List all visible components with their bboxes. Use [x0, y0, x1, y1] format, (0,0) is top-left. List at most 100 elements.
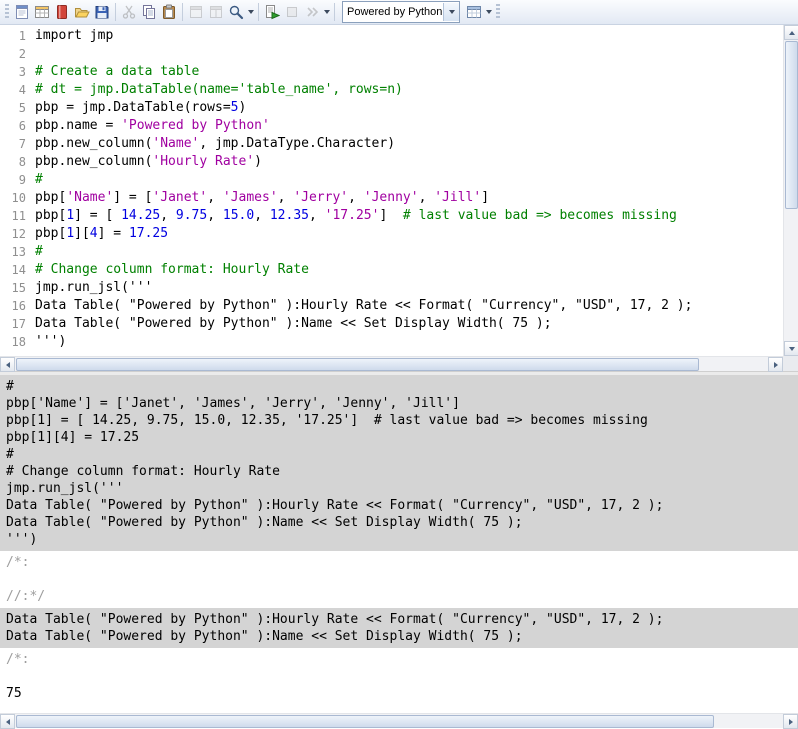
- stop-script-icon: [284, 4, 300, 20]
- log-output-block: /*: //:*/: [0, 551, 798, 608]
- log-pane[interactable]: #pbp['Name'] = ['Janet', 'James', 'Jerry…: [0, 375, 798, 713]
- search-button[interactable]: [226, 1, 246, 23]
- code-text: pbp = jmp.DataTable(rows=5): [35, 99, 246, 117]
- code-line: 11pbp[1] = [ 14.25, 9.75, 15.0, 12.35, '…: [0, 207, 783, 225]
- log-line: //:*/: [0, 588, 798, 605]
- log-line: #: [0, 446, 798, 463]
- toolbar-separator: [334, 3, 335, 21]
- line-number: 17: [0, 315, 35, 333]
- log-line: Data Table( "Powered by Python" ):Name <…: [0, 514, 798, 531]
- paste-button[interactable]: [159, 1, 179, 23]
- combo-dropdown-button[interactable]: [443, 3, 459, 21]
- script-editor-pane: 1import jmp23# Create a data table4# dt …: [0, 25, 798, 371]
- save-button[interactable]: [92, 1, 112, 23]
- dropdown-caret-button[interactable]: [246, 1, 255, 23]
- cut-icon: [121, 4, 137, 20]
- scroll-up-button[interactable]: [784, 25, 798, 40]
- line-number: 7: [0, 135, 35, 153]
- open-button[interactable]: [72, 1, 92, 23]
- scroll-right-button[interactable]: [768, 357, 783, 372]
- chevron-down-icon: [324, 10, 330, 14]
- editor-horizontal-scrollbar[interactable]: [0, 356, 783, 371]
- arrow-left-icon: [6, 719, 10, 725]
- log-line: # Change column format: Hourly Rate: [0, 463, 798, 480]
- line-number: 18: [0, 333, 35, 351]
- copy-icon: [141, 4, 157, 20]
- code-line: 2: [0, 45, 783, 63]
- run-target-combo[interactable]: Powered by Python: [342, 1, 460, 23]
- scroll-down-button[interactable]: [784, 341, 798, 356]
- open-icon: [74, 4, 90, 20]
- code-text: pbp['Name'] = ['Janet', 'James', 'Jerry'…: [35, 189, 489, 207]
- toolbar-drag-handle[interactable]: [5, 4, 9, 20]
- log-line: Data Table( "Powered by Python" ):Hourly…: [0, 611, 798, 628]
- log-line: pbp[1] = [ 14.25, 9.75, 15.0, 12.35, '17…: [0, 412, 798, 429]
- line-number: 6: [0, 117, 35, 135]
- line-number: 14: [0, 261, 35, 279]
- code-line: 18'''): [0, 333, 783, 351]
- arrow-right-icon: [789, 719, 793, 725]
- code-text: import jmp: [35, 27, 113, 45]
- search-icon: [228, 4, 244, 20]
- editor-vertical-scrollbar[interactable]: [783, 25, 798, 356]
- code-text: pbp.name = 'Powered by Python': [35, 117, 270, 135]
- log-line: 75: [0, 685, 798, 702]
- new-script-button[interactable]: [12, 1, 32, 23]
- chevron-down-icon: [248, 10, 254, 14]
- step-script-button: [302, 1, 322, 23]
- code-text: pbp[1] = [ 14.25, 9.75, 15.0, 12.35, '17…: [35, 207, 677, 225]
- chevron-down-icon: [449, 10, 455, 14]
- code-line: 10pbp['Name'] = ['Janet', 'James', 'Jerr…: [0, 189, 783, 207]
- line-number: 5: [0, 99, 35, 117]
- line-number: 16: [0, 297, 35, 315]
- line-number: 11: [0, 207, 35, 225]
- step-script-icon: [304, 4, 320, 20]
- line-number: 10: [0, 189, 35, 207]
- new-journal-button[interactable]: [52, 1, 72, 23]
- horizontal-scroll-thumb[interactable]: [16, 715, 714, 728]
- code-text: Data Table( "Powered by Python" ):Name <…: [35, 315, 552, 333]
- data-table-list-button[interactable]: [464, 1, 484, 23]
- log-line: /*:: [0, 554, 798, 571]
- toolbar-drag-handle[interactable]: [496, 4, 500, 20]
- arrow-left-icon: [6, 362, 10, 368]
- toolbar-separator: [258, 3, 259, 21]
- run-script-button[interactable]: [262, 1, 282, 23]
- copy-button[interactable]: [139, 1, 159, 23]
- code-line: 9#: [0, 171, 783, 189]
- line-number: 2: [0, 45, 35, 63]
- new-data-table-button[interactable]: [32, 1, 52, 23]
- code-text: pbp[1][4] = 17.25: [35, 225, 168, 243]
- new-journal-icon: [54, 4, 70, 20]
- line-number: 3: [0, 63, 35, 81]
- log-echo-block: Data Table( "Powered by Python" ):Hourly…: [0, 608, 798, 648]
- line-number: 15: [0, 279, 35, 297]
- line-number: 13: [0, 243, 35, 261]
- log-window-icon: [188, 4, 204, 20]
- code-text: jmp.run_jsl(''': [35, 279, 152, 297]
- code-text: '''): [35, 333, 66, 351]
- line-number: 9: [0, 171, 35, 189]
- code-editor[interactable]: 1import jmp23# Create a data table4# dt …: [0, 25, 783, 356]
- dropdown-caret-button[interactable]: [322, 1, 331, 23]
- arrow-right-icon: [774, 362, 778, 368]
- log-line: #: [0, 378, 798, 395]
- line-number: 1: [0, 27, 35, 45]
- log-horizontal-scrollbar[interactable]: [0, 713, 798, 728]
- log-line: jmp.run_jsl(''': [0, 480, 798, 497]
- new-window-button: [206, 1, 226, 23]
- log-window-button: [186, 1, 206, 23]
- horizontal-scroll-thumb[interactable]: [16, 358, 699, 371]
- dropdown-caret-button[interactable]: [484, 1, 493, 23]
- chevron-down-icon: [486, 10, 492, 14]
- line-number: 4: [0, 81, 35, 99]
- code-line: 6pbp.name = 'Powered by Python': [0, 117, 783, 135]
- vertical-scroll-thumb[interactable]: [785, 41, 798, 209]
- scroll-left-button[interactable]: [0, 357, 15, 372]
- log-line: Data Table( "Powered by Python" ):Name <…: [0, 628, 798, 645]
- line-number: 8: [0, 153, 35, 171]
- code-text: # dt = jmp.DataTable(name='table_name', …: [35, 81, 403, 99]
- cut-button: [119, 1, 139, 23]
- data-table-list-icon: [466, 4, 482, 20]
- toolbar: Powered by Python: [0, 0, 798, 25]
